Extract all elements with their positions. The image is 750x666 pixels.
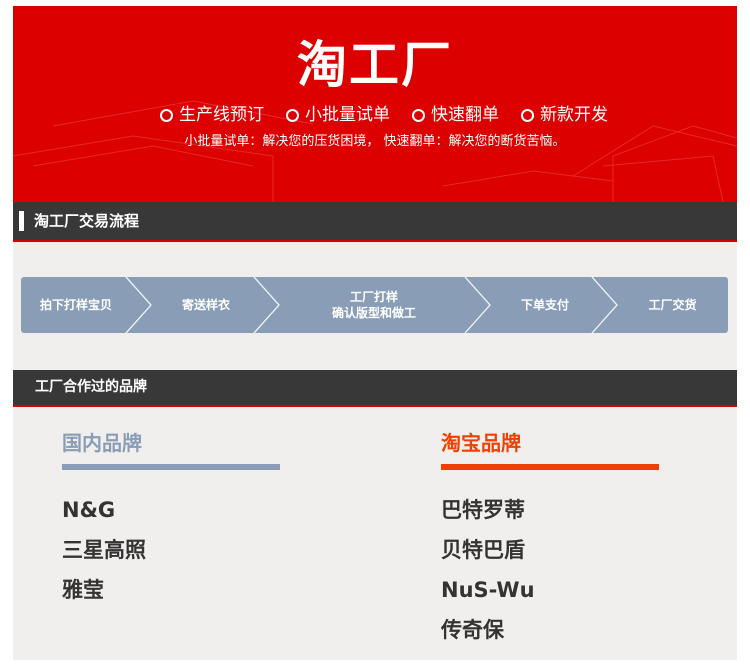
service-label: 新款开发 [540,105,608,125]
process-step: 拍下打样宝贝 [21,277,131,333]
service-item: 快速翻单 [412,104,499,126]
taobao-brands-column: 淘宝品牌 巴特罗蒂 贝特巴盾 NuS-Wu 传奇保 [441,430,659,650]
step-label: 下单支付 [520,298,569,312]
service-item: 小批量试单 [286,104,390,126]
circle-bullet-icon [286,108,299,122]
process-step: 下单支付 [490,277,600,333]
taobao-title-underline [441,464,659,470]
step-label: 工厂交货 [648,298,697,312]
brand-item: N&G [62,498,116,522]
service-item: 生产线预订 [160,104,264,126]
domestic-brand-list: N&G 三星高照 雅莹 [62,490,280,610]
service-label: 快速翻单 [431,105,499,125]
process-step: 寄送样衣 [151,277,261,333]
process-flow: 拍下打样宝贝 寄送样衣 工厂打样 确认版型和做工 下单支付 工厂交货 [21,277,728,333]
step-sublabel: 确认版型和做工 [331,306,416,320]
step-label: 寄送样衣 [181,298,230,312]
logo: 淘工厂 [297,36,453,94]
service-list: 生产线预订 小批量试单 快速翻单 新款开发 [160,104,608,126]
process-step: 工厂打样 确认版型和做工 [279,277,469,333]
brand-item: NuS-Wu [441,578,535,602]
step-label: 拍下打样宝贝 [39,298,112,312]
process-section-header: 淘工厂交易流程 [13,202,737,242]
taobao-brand-list: 巴特罗蒂 贝特巴盾 NuS-Wu 传奇保 [441,490,659,650]
service-label: 生产线预订 [179,105,264,125]
brands-section-title: 工厂合作过的品牌 [35,379,147,395]
domestic-brands-title: 国内品牌 [62,431,142,455]
service-item: 新款开发 [521,104,608,126]
taobao-brands-title: 淘宝品牌 [441,431,521,455]
circle-bullet-icon [521,108,534,122]
domestic-title-underline [62,464,280,470]
brand-item: 巴特罗蒂 [441,498,525,522]
page: 淘工厂 生产线预订 小批量试单 快速翻单 新款开发 小批量试单：解决您的压货困境… [13,6,737,660]
domestic-brands-column: 国内品牌 N&G 三星高照 雅莹 [62,430,280,610]
brand-item: 传奇保 [441,618,504,642]
brand-item: 贝特巴盾 [441,538,525,562]
service-label: 小批量试单 [305,105,390,125]
circle-bullet-icon [412,108,425,122]
hero-banner: 淘工厂 生产线预订 小批量试单 快速翻单 新款开发 小批量试单：解决您的压货困境… [13,6,737,202]
process-section-title: 淘工厂交易流程 [34,212,140,230]
section-accent-bar [19,211,24,231]
brands-section-header: 工厂合作过的品牌 [13,370,737,407]
process-step: 工厂交货 [617,277,728,333]
step-label: 工厂打样 [349,290,398,304]
brand-item: 三星高照 [62,538,146,562]
banner-tagline: 小批量试单：解决您的压货困境， 快速翻单：解决您的断货苦恼。 [184,134,566,149]
brand-item: 雅莹 [62,578,104,602]
circle-bullet-icon [160,108,173,122]
